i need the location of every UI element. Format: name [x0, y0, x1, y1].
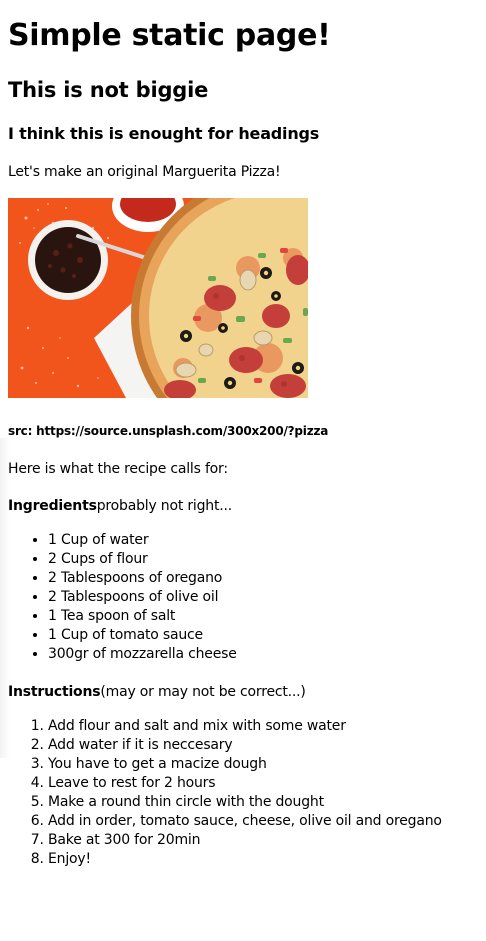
image-source-caption: src: https://source.unsplash.com/300x200… [8, 424, 329, 438]
ingredients-list: 1 Cup of water 2 Cups of flour 2 Tablesp… [8, 531, 478, 664]
page-title: Simple static page! [8, 18, 331, 53]
list-item: 2 Cups of flour [48, 550, 478, 569]
ingredients-label: Ingredients [8, 498, 97, 514]
list-item: 1 Cup of water [48, 531, 478, 550]
instructions-list: Add flour and salt and mix with some wat… [8, 717, 478, 869]
list-item: 300gr of mozzarella cheese [48, 645, 478, 664]
instructions-note: (may or may not be correct...) [100, 684, 306, 700]
list-item: Leave to rest for 2 hours [48, 774, 478, 793]
ingredients-note: probably not right... [96, 498, 233, 514]
recipe-intro: Here is what the recipe calls for: [8, 461, 228, 477]
list-item: Bake at 300 for 20min [48, 831, 478, 850]
pizza-photo [8, 198, 308, 398]
instructions-heading: Instructions(may or may not be correct..… [8, 683, 478, 702]
list-item: Make a round thin circle with the dought [48, 793, 478, 812]
list-item: Enjoy! [48, 850, 478, 869]
page-content: Simple static page! This is not biggie I… [0, 18, 486, 869]
list-item: 2 Tablespoons of olive oil [48, 588, 478, 607]
list-item: 2 Tablespoons of oregano [48, 569, 478, 588]
subtitle-heading: This is not biggie [8, 78, 209, 102]
list-item: You have to get a macize dough [48, 755, 478, 774]
tertiary-heading: I think this is enought for headings [8, 124, 320, 143]
list-item: 1 Cup of tomato sauce [48, 626, 478, 645]
list-item: Add water if it is neccesary [48, 736, 478, 755]
list-item: Add flour and salt and mix with some wat… [48, 717, 478, 736]
ingredients-heading: Ingredientsprobably not right... [8, 497, 478, 516]
intro-paragraph: Let's make an original Marguerita Pizza! [8, 164, 281, 180]
list-item: 1 Tea spoon of salt [48, 607, 478, 626]
instructions-label: Instructions [8, 684, 101, 700]
list-item: Add in order, tomato sauce, cheese, oliv… [48, 812, 478, 831]
